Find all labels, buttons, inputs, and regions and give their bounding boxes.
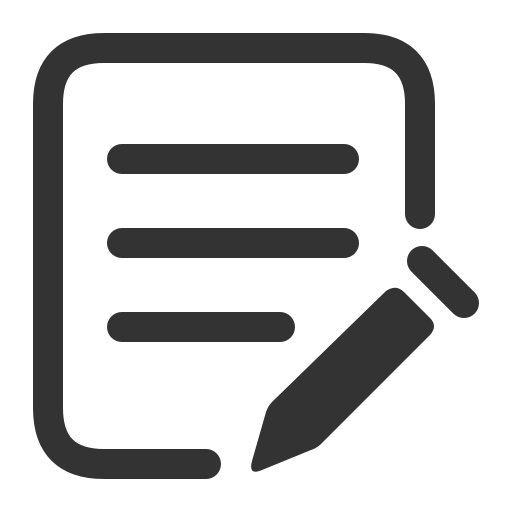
edit-document-svg <box>33 33 479 479</box>
edit-document-icon <box>0 0 512 512</box>
pencil-eraser-icon <box>407 246 479 318</box>
